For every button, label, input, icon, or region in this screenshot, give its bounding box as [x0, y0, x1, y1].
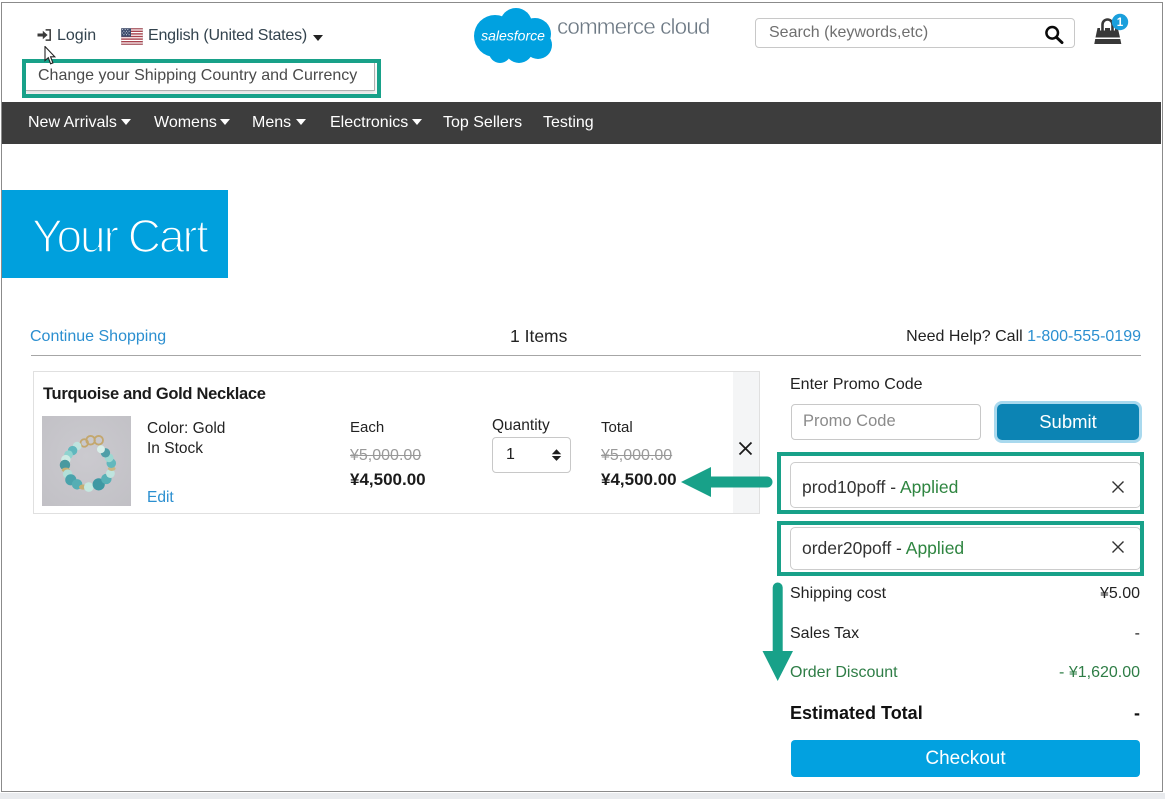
svg-text:salesforce: salesforce	[481, 28, 545, 44]
svg-text:1: 1	[1117, 17, 1124, 29]
